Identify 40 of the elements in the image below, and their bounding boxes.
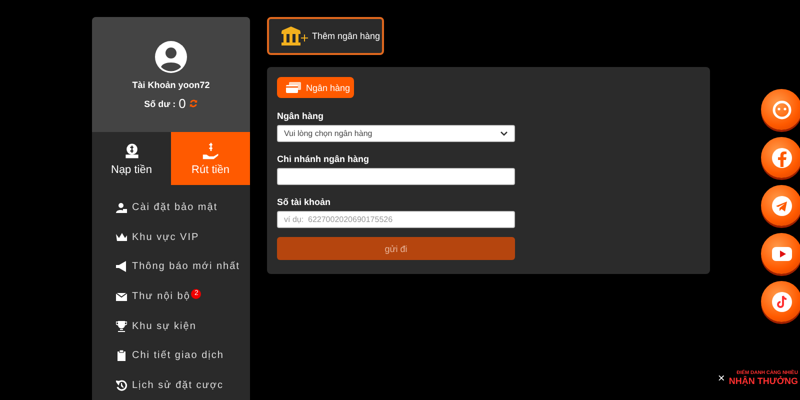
social-button[interactable] — [761, 281, 800, 322]
bank-plus-icon — [281, 26, 309, 46]
menu-item[interactable]: Cài đặt bảo mật — [116, 193, 250, 223]
social-button[interactable] — [761, 185, 800, 226]
social-button[interactable] — [761, 89, 800, 130]
user-lock-icon — [116, 202, 127, 214]
field-label: Số tài khoản — [277, 197, 332, 207]
facebook-icon — [770, 146, 792, 168]
balance-label: Số dư : — [144, 98, 176, 108]
close-button[interactable]: × — [718, 371, 725, 385]
menu-item[interactable]: Khu vực VIP — [116, 222, 250, 252]
clipboard-icon — [116, 350, 127, 362]
account-name: Tài Khoản yoon72 — [132, 80, 210, 90]
bank-select[interactable]: Vui lòng chọn ngân hàng — [277, 125, 515, 142]
music-note-icon — [770, 290, 792, 312]
input-field[interactable]: ví dụ: 6227002020690175526 — [277, 211, 515, 228]
social-button[interactable] — [761, 137, 800, 178]
chevron-down-icon — [500, 130, 508, 136]
chat-icon — [770, 98, 792, 120]
telegram-icon — [770, 194, 792, 216]
field-label: Chi nhánh ngân hàng — [277, 154, 370, 164]
history-icon — [116, 380, 127, 391]
menu-item[interactable]: Lịch sử đặt cược — [116, 370, 250, 400]
menu-item[interactable]: Khu sự kiện — [116, 311, 250, 341]
user-avatar-icon — [155, 41, 187, 73]
money-bag-icon — [122, 142, 140, 160]
hand-dollar-icon — [202, 142, 220, 160]
crown-icon — [116, 232, 127, 243]
cards-icon — [286, 82, 302, 93]
envelope-icon — [116, 291, 127, 302]
input-field[interactable] — [277, 168, 515, 185]
field-label: Ngân hàng — [277, 111, 324, 121]
menu-item[interactable]: Chi tiết giao dịch — [116, 340, 250, 371]
add-bank-button[interactable]: Thêm ngân hàng — [267, 17, 384, 55]
balance-value: 0 — [178, 96, 186, 111]
refresh-icon[interactable] — [188, 99, 198, 108]
megaphone-icon — [116, 261, 127, 272]
menu-item[interactable]: Thông báo mới nhất — [116, 252, 250, 282]
trophy-icon — [116, 320, 127, 332]
social-button[interactable] — [761, 233, 800, 274]
